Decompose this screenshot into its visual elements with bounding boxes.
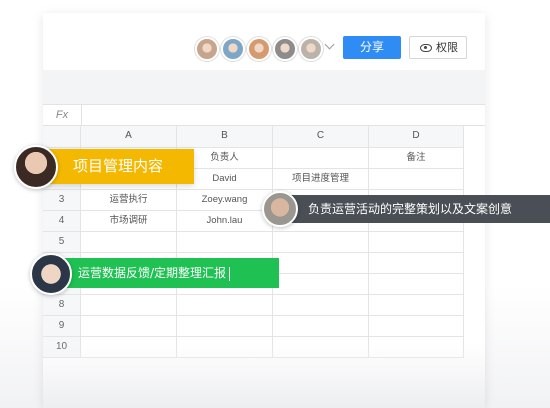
ribbon-area xyxy=(43,70,485,104)
grid-cell[interactable] xyxy=(369,253,464,274)
formula-bar[interactable]: Fx xyxy=(43,104,485,126)
avatar-woman xyxy=(14,145,58,189)
grid-cell[interactable] xyxy=(177,232,273,253)
grid-cell[interactable] xyxy=(369,316,464,337)
grid-cell[interactable] xyxy=(81,295,177,316)
grid-cell[interactable]: Zoey.wang xyxy=(177,190,273,211)
row-number[interactable]: 10 xyxy=(43,337,81,358)
collaborator-avatar-4[interactable] xyxy=(273,37,297,61)
row-number[interactable]: 4 xyxy=(43,211,81,232)
grid-cell[interactable] xyxy=(369,337,464,358)
column-header-b[interactable]: B xyxy=(177,126,273,148)
grid-cell[interactable] xyxy=(273,295,369,316)
grid-cell[interactable] xyxy=(369,274,464,295)
chevron-down-icon[interactable] xyxy=(324,39,335,50)
row-number[interactable]: 5 xyxy=(43,232,81,253)
callout-operations-planning: 负责运营活动的完整策划以及文案创意 xyxy=(283,195,550,223)
callout-data-feedback-text: 运营数据反馈/定期整理汇报 xyxy=(78,266,227,280)
grid-cell[interactable] xyxy=(81,316,177,337)
fx-label: Fx xyxy=(43,105,82,125)
column-header-a[interactable]: A xyxy=(81,126,177,148)
row-number[interactable]: 8 xyxy=(43,295,81,316)
collaborator-avatar-2[interactable] xyxy=(221,37,245,61)
text-cursor xyxy=(229,266,231,281)
callout-data-feedback: 运营数据反馈/定期整理汇报 xyxy=(58,258,279,288)
grid-cell[interactable] xyxy=(369,169,464,190)
grid-cell[interactable]: John.lau xyxy=(177,211,273,232)
grid-cell[interactable] xyxy=(369,232,464,253)
grid-cell[interactable] xyxy=(273,337,369,358)
grid-cell[interactable]: 项目进度管理 xyxy=(273,169,369,190)
permission-button[interactable]: 权限 xyxy=(409,36,467,59)
column-header-d[interactable]: D xyxy=(369,126,464,148)
permission-label: 权限 xyxy=(436,42,458,54)
grid-cell[interactable] xyxy=(369,295,464,316)
grid-cell[interactable] xyxy=(273,316,369,337)
column-header-c[interactable]: C xyxy=(273,126,369,148)
collaborator-avatar-5[interactable] xyxy=(299,37,323,61)
avatar-elder-man xyxy=(262,191,298,227)
share-button[interactable]: 分享 xyxy=(343,36,401,59)
grid-cell[interactable]: 运营执行 xyxy=(81,190,177,211)
grid-cell[interactable] xyxy=(273,232,369,253)
toolbar: 分享 权限 xyxy=(43,13,485,70)
collaborator-avatar-3[interactable] xyxy=(247,37,271,61)
row-number[interactable]: 3 xyxy=(43,190,81,211)
eye-icon xyxy=(420,44,432,52)
grid-cell[interactable] xyxy=(273,148,369,169)
collaborator-avatar-1[interactable] xyxy=(195,37,219,61)
grid-cell[interactable] xyxy=(177,316,273,337)
grid-cell[interactable] xyxy=(177,295,273,316)
grid-cell[interactable]: 市场调研 xyxy=(81,211,177,232)
grid-cell[interactable] xyxy=(273,274,369,295)
avatar-young-man xyxy=(30,253,72,295)
row-number[interactable]: 9 xyxy=(43,316,81,337)
grid-corner[interactable] xyxy=(43,126,81,148)
grid-cell[interactable] xyxy=(81,337,177,358)
grid-cell[interactable] xyxy=(273,253,369,274)
grid-cell[interactable]: 备注 xyxy=(369,148,464,169)
grid-cell[interactable] xyxy=(81,232,177,253)
grid-cell[interactable] xyxy=(177,337,273,358)
callout-project-management: 项目管理内容 xyxy=(42,149,194,184)
